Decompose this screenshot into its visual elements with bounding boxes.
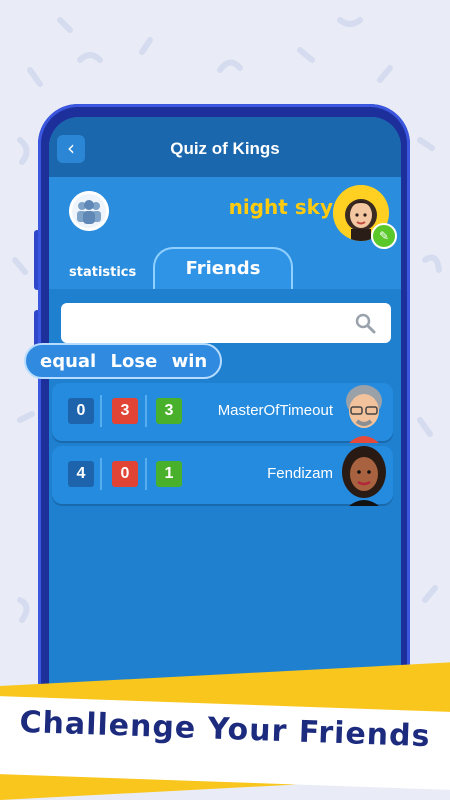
legend-win: win xyxy=(171,351,208,372)
lose-count: 3 xyxy=(112,398,138,424)
divider xyxy=(100,458,102,490)
win-count: 3 xyxy=(156,398,182,424)
equal-count: 0 xyxy=(68,398,94,424)
avatar xyxy=(346,385,382,443)
list-item[interactable]: 4 0 1 Fendizam xyxy=(52,446,393,506)
equal-count: 4 xyxy=(68,461,94,487)
friend-name: Fendizam xyxy=(267,465,333,482)
top-bar: ‹ Quiz of Kings xyxy=(49,117,401,177)
search-icon xyxy=(355,313,376,334)
divider xyxy=(100,395,102,427)
page-title: Quiz of Kings xyxy=(170,139,280,158)
legend-equal: equal xyxy=(40,351,97,372)
lose-count: 0 xyxy=(112,461,138,487)
friend-name: MasterOfTimeout xyxy=(217,402,333,419)
win-count: 1 xyxy=(156,461,182,487)
legend-lose: Lose xyxy=(110,351,158,372)
profile-name: night sky xyxy=(228,195,333,219)
divider xyxy=(145,395,147,427)
friends-group-icon[interactable] xyxy=(69,191,109,231)
pencil-icon[interactable]: ✎ xyxy=(371,223,397,249)
score-legend: equal Lose win xyxy=(24,343,222,379)
tab-statistics[interactable]: statistics xyxy=(69,265,136,280)
list-item[interactable]: 0 3 3 MasterOfTimeout xyxy=(52,383,393,443)
tab-friends[interactable]: Friends xyxy=(153,247,293,289)
divider xyxy=(145,458,147,490)
search-input[interactable] xyxy=(61,303,391,343)
avatar xyxy=(342,446,386,506)
